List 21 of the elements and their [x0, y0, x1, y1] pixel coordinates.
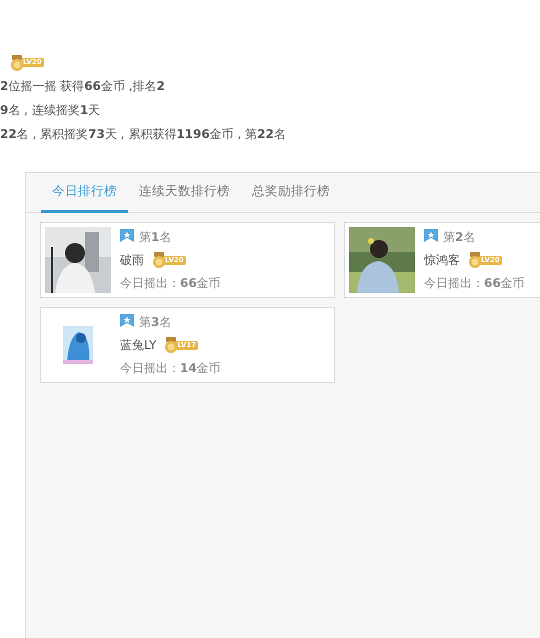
amount-text: 今日摇出：66金币: [424, 274, 525, 292]
username[interactable]: 破雨: [120, 252, 144, 266]
rank-text: 第3名: [139, 314, 172, 328]
tab[interactable]: 连续天数排行榜: [128, 173, 241, 213]
tab[interactable]: 总奖励排行榜: [241, 173, 341, 213]
medal-icon: [10, 54, 24, 71]
summary-text: 2位摇一摇 获得66金币 ,排名2: [0, 78, 165, 95]
username[interactable]: 惊鸿客: [424, 252, 460, 266]
amount-text: 今日摇出：66金币: [120, 274, 221, 292]
medal-icon: [164, 337, 178, 354]
medal-icon: [468, 252, 482, 268]
rank-text: 第2名: [443, 230, 476, 244]
bookmark-icon: [120, 314, 134, 326]
amount-text: 今日摇出：14金币: [120, 360, 221, 376]
username[interactable]: 蓝兔LY: [120, 338, 156, 352]
summary-text: 9名 , 连续摇奖1天: [0, 102, 100, 119]
rank-text: 第1名: [139, 230, 172, 244]
bookmark-icon: [424, 228, 438, 242]
medal-icon: [152, 252, 166, 268]
summary-text: 22名 , 累积摇奖73天 , 累积获得1196金币 , 第22名: [0, 126, 286, 143]
bookmark-icon: [120, 228, 134, 242]
